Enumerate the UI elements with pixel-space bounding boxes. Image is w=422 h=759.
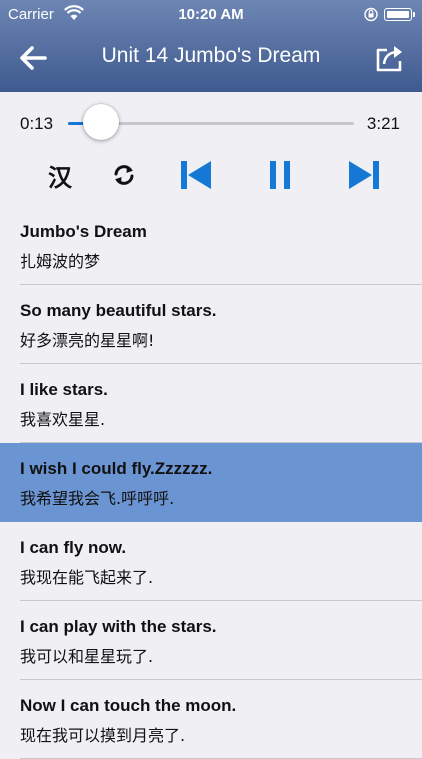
- sentence-english: I can fly now.: [20, 538, 127, 557]
- pause-button[interactable]: [262, 158, 298, 192]
- sentence-chinese: 我希望我会飞.呼呼呼.: [20, 489, 175, 508]
- sentence-chinese: 我喜欢星星.: [20, 410, 106, 429]
- toggle-chinese-button[interactable]: 汉: [42, 158, 78, 192]
- status-bar: Carrier 10:20 AM: [0, 0, 422, 30]
- previous-icon: [181, 161, 211, 189]
- app-header: Carrier 10:20 AM Unit 14 Jumbo's Dream: [0, 0, 422, 92]
- back-arrow-icon[interactable]: [18, 44, 48, 72]
- next-button[interactable]: [346, 158, 382, 192]
- sentence-row[interactable]: So many beautiful stars. 好多漂亮的星星啊!: [0, 285, 422, 364]
- pause-icon: [270, 161, 290, 189]
- sentence-chinese: 我现在能飞起来了.: [20, 568, 154, 587]
- sentence-row[interactable]: I can play with the stars. 我可以和星星玩了.: [0, 601, 422, 680]
- sentence-row[interactable]: I can fly now. 我现在能飞起来了.: [0, 522, 422, 601]
- loop-icon: [114, 165, 134, 185]
- sentence-row[interactable]: I wish I could fly.Zzzzzz. 我希望我会飞.呼呼呼.: [0, 443, 422, 522]
- sentence-chinese: 现在我可以摸到月亮了.: [20, 726, 186, 745]
- status-time: 10:20 AM: [178, 6, 244, 23]
- page-title: Unit 14 Jumbo's Dream: [101, 44, 321, 67]
- sentence-english: Jumbo's Dream: [20, 222, 147, 241]
- loop-button[interactable]: [106, 158, 142, 192]
- previous-button[interactable]: [178, 158, 214, 192]
- sentence-chinese: 我可以和星星玩了.: [20, 647, 154, 666]
- sentence-english: So many beautiful stars.: [20, 301, 217, 320]
- total-time: 3:21: [366, 114, 400, 133]
- sentence-row[interactable]: Jumbo's Dream 扎姆波的梦: [0, 206, 422, 285]
- sentence-english: I like stars.: [20, 380, 108, 399]
- battery-icon: [384, 8, 415, 21]
- sentence-english: Now I can touch the moon.: [20, 696, 237, 715]
- sentence-english: I can play with the stars.: [20, 617, 217, 636]
- sentence-chinese: 扎姆波的梦: [20, 252, 101, 271]
- sentence-chinese: 好多漂亮的星星啊!: [20, 331, 155, 350]
- current-time: 0:13: [20, 114, 54, 133]
- progress-slider-thumb[interactable]: [83, 104, 120, 140]
- sentence-english: I wish I could fly.Zzzzzz.: [20, 459, 213, 478]
- audio-player: 0:13 3:21 汉: [0, 92, 422, 206]
- share-icon[interactable]: [374, 42, 406, 74]
- sentence-row[interactable]: I like stars. 我喜欢星星.: [0, 364, 422, 443]
- next-icon: [349, 161, 379, 189]
- sentence-list: Jumbo's Dream 扎姆波的梦 So many beautiful st…: [0, 206, 422, 759]
- sentence-row[interactable]: Now I can touch the moon. 现在我可以摸到月亮了.: [0, 680, 422, 759]
- orientation-lock-icon: [364, 7, 378, 22]
